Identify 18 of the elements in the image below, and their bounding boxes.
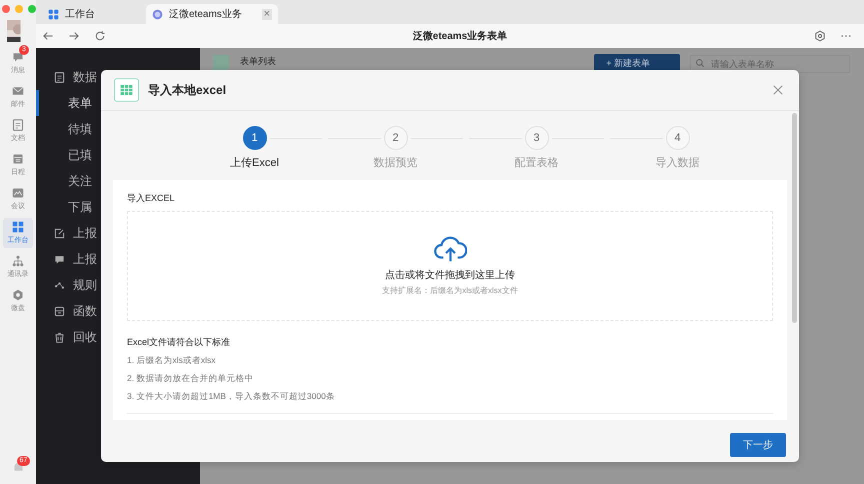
rule-text: 1. 后缀名为xls或者xlsx: [127, 355, 216, 367]
rule-text: 2. 数据请勿放在合并的单元格中: [127, 373, 254, 385]
step-number: 3: [524, 126, 548, 150]
step-label: 配置表格: [514, 156, 558, 170]
upload-hint: 支持扩展名：后缀名为xls或者xlsx文件: [382, 285, 518, 296]
page-heading: 表单列表: [240, 55, 276, 68]
dialog-title: 导入本地excel: [148, 82, 226, 98]
step-label: 导入数据: [656, 156, 700, 170]
step-label: 数据预览: [374, 156, 418, 170]
step-number: 1: [242, 126, 266, 150]
step-label: 上传Excel: [230, 156, 279, 170]
rules-heading: Excel文件请符合以下标准: [127, 336, 232, 349]
step-number: 2: [384, 126, 408, 150]
upload-instruction: 点击或将文件拖拽到这里上传: [385, 268, 515, 282]
rule-text: 3. 文件大小请勿超过1MB，导入条数不可超过3000条: [127, 391, 336, 403]
page-title: 泛微eteams业务表单: [412, 30, 508, 43]
step-number: 4: [666, 126, 690, 150]
section-label: 导入EXCEL: [127, 192, 176, 205]
